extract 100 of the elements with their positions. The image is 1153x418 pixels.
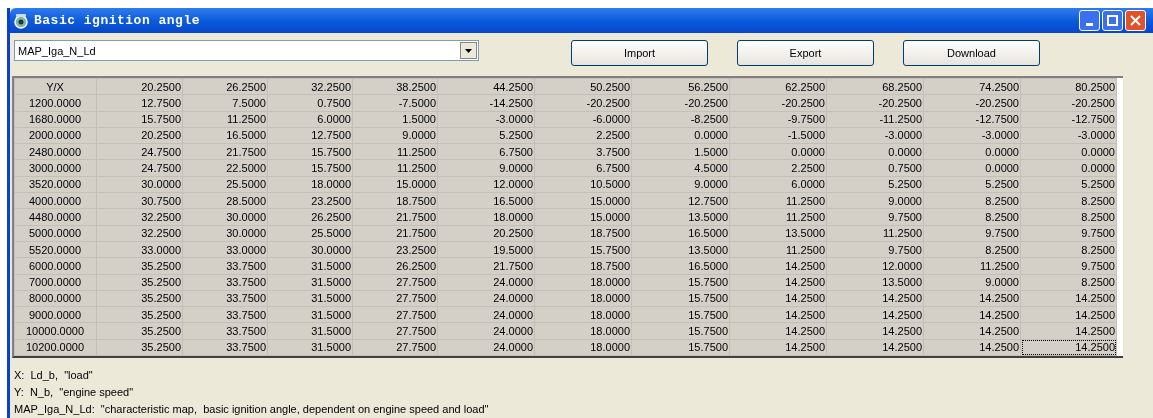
table-cell[interactable]: 9.7500 bbox=[1020, 257, 1117, 274]
table-cell[interactable]: 14.2500 bbox=[729, 274, 827, 291]
table-cell[interactable]: 10.5000 bbox=[534, 176, 632, 193]
action-button[interactable]: Import bbox=[571, 40, 708, 67]
table-cell[interactable]: 12.0000 bbox=[437, 176, 535, 193]
table-cell[interactable]: 2.2500 bbox=[534, 127, 632, 144]
table-cell[interactable]: 18.0000 bbox=[534, 322, 632, 340]
table-cell[interactable]: 9.7500 bbox=[1020, 225, 1117, 242]
table-cell[interactable]: 32.2500 bbox=[96, 208, 183, 226]
table-cell[interactable]: 18.7500 bbox=[534, 225, 632, 242]
table-cell[interactable]: 7.5000 bbox=[182, 94, 268, 112]
table-cell[interactable]: 8.2500 bbox=[923, 208, 1021, 226]
table-cell[interactable]: 26.2500 bbox=[267, 208, 353, 226]
table-cell[interactable]: 14.2500 bbox=[729, 257, 827, 274]
table-cell[interactable]: 35.2500 bbox=[96, 274, 183, 291]
table-cell[interactable]: 15.7500 bbox=[631, 322, 730, 340]
table-cell[interactable]: 11.2500 bbox=[182, 111, 268, 128]
table-cell[interactable]: -9.7500 bbox=[729, 111, 827, 128]
table-cell[interactable]: 14.2500 bbox=[1020, 322, 1117, 340]
table-cell[interactable]: 0.0000 bbox=[826, 143, 924, 160]
table-cell[interactable]: 30.0000 bbox=[182, 225, 268, 242]
table-cell[interactable]: 0.7500 bbox=[267, 94, 353, 112]
table-cell[interactable]: 35.2500 bbox=[96, 339, 183, 356]
table-cell[interactable]: 18.7500 bbox=[534, 257, 632, 274]
table-cell[interactable]: 15.0000 bbox=[534, 192, 632, 209]
table-cell[interactable]: 6.0000 bbox=[267, 111, 353, 128]
table-cell[interactable]: 33.7500 bbox=[182, 274, 268, 291]
table-cell[interactable]: 14.2500 bbox=[729, 322, 827, 340]
table-cell[interactable]: 18.0000 bbox=[534, 339, 632, 356]
table-cell[interactable]: 11.2500 bbox=[729, 192, 827, 209]
table-cell[interactable]: 8.2500 bbox=[923, 192, 1021, 209]
table-cell[interactable]: 14.2500 bbox=[1020, 290, 1117, 307]
table-cell[interactable]: -3.0000 bbox=[923, 127, 1021, 144]
table-cell[interactable]: 14.2500 bbox=[923, 306, 1021, 323]
table-cell[interactable]: 18.0000 bbox=[267, 176, 353, 193]
table-cell[interactable]: 18.0000 bbox=[534, 274, 632, 291]
table-cell[interactable]: 31.5000 bbox=[267, 339, 353, 356]
table-cell[interactable]: -20.2500 bbox=[1020, 94, 1117, 112]
table-cell[interactable]: 35.2500 bbox=[96, 322, 183, 340]
table-cell[interactable]: 1.5000 bbox=[352, 111, 438, 128]
table-cell[interactable]: 8.2500 bbox=[1020, 192, 1117, 209]
table-cell[interactable]: 33.7500 bbox=[182, 257, 268, 274]
table-cell[interactable]: 1.5000 bbox=[631, 143, 730, 160]
table-cell[interactable]: 25.5000 bbox=[182, 176, 268, 193]
table-cell[interactable]: -8.2500 bbox=[631, 111, 730, 128]
table-cell[interactable]: 27.7500 bbox=[352, 274, 438, 291]
table-cell[interactable]: 14.2500 bbox=[826, 290, 924, 307]
table-cell[interactable]: 24.7500 bbox=[96, 159, 183, 177]
table-cell[interactable]: 33.7500 bbox=[182, 306, 268, 323]
table-cell[interactable]: 4.5000 bbox=[631, 159, 730, 177]
table-cell[interactable]: 14.2500 bbox=[1020, 306, 1117, 323]
table-cell[interactable]: 11.2500 bbox=[352, 143, 438, 160]
table-cell[interactable]: 21.7500 bbox=[352, 225, 438, 242]
table-cell[interactable]: 8.2500 bbox=[1020, 241, 1117, 258]
action-button[interactable]: Download bbox=[903, 40, 1040, 67]
table-cell[interactable]: 9.7500 bbox=[923, 225, 1021, 242]
table-cell[interactable]: 27.7500 bbox=[352, 339, 438, 356]
table-cell[interactable]: -12.7500 bbox=[1020, 111, 1117, 128]
table-cell[interactable]: 18.7500 bbox=[352, 192, 438, 209]
table-cell[interactable]: 22.5000 bbox=[182, 159, 268, 177]
table-cell[interactable]: 33.7500 bbox=[182, 290, 268, 307]
table-cell[interactable]: 18.0000 bbox=[534, 306, 632, 323]
table-cell[interactable]: 24.0000 bbox=[437, 274, 535, 291]
table-cell[interactable]: 15.7500 bbox=[96, 111, 183, 128]
table-cell[interactable]: 6.0000 bbox=[729, 176, 827, 193]
table-cell[interactable]: 12.7500 bbox=[96, 94, 183, 112]
table-cell[interactable]: 0.0000 bbox=[631, 127, 730, 144]
table-cell[interactable]: 0.0000 bbox=[923, 143, 1021, 160]
table-cell[interactable]: 24.7500 bbox=[96, 143, 183, 160]
table-cell[interactable]: 0.0000 bbox=[1020, 143, 1117, 160]
table-cell[interactable]: 31.5000 bbox=[267, 322, 353, 340]
table-cell[interactable]: 0.0000 bbox=[1020, 159, 1117, 177]
table-cell[interactable]: 30.0000 bbox=[267, 241, 353, 258]
table-cell[interactable]: 31.5000 bbox=[267, 290, 353, 307]
table-cell[interactable]: 2.2500 bbox=[729, 159, 827, 177]
table-cell[interactable]: 15.7500 bbox=[631, 274, 730, 291]
table-cell[interactable]: 33.7500 bbox=[182, 339, 268, 356]
table-cell[interactable]: 20.2500 bbox=[96, 127, 183, 144]
table-cell[interactable]: 19.5000 bbox=[437, 241, 535, 258]
table-cell[interactable]: 16.5000 bbox=[631, 257, 730, 274]
table-cell[interactable]: 15.7500 bbox=[631, 290, 730, 307]
table-cell[interactable]: 24.0000 bbox=[437, 306, 535, 323]
table-cell[interactable]: 8.2500 bbox=[923, 241, 1021, 258]
table-cell[interactable]: 6.7500 bbox=[437, 143, 535, 160]
table-cell[interactable]: 33.0000 bbox=[96, 241, 183, 258]
table-cell[interactable]: -3.0000 bbox=[826, 127, 924, 144]
table-cell[interactable]: -12.7500 bbox=[923, 111, 1021, 128]
table-cell[interactable]: 33.7500 bbox=[182, 322, 268, 340]
table-cell[interactable]: 21.7500 bbox=[352, 208, 438, 226]
table-cell[interactable]: 31.5000 bbox=[267, 306, 353, 323]
table-cell[interactable]: 18.0000 bbox=[437, 208, 535, 226]
table-cell[interactable]: 24.0000 bbox=[437, 322, 535, 340]
table-cell[interactable]: 11.2500 bbox=[352, 159, 438, 177]
table-cell[interactable]: 35.2500 bbox=[96, 306, 183, 323]
table-cell[interactable]: 9.0000 bbox=[352, 127, 438, 144]
maximize-button[interactable] bbox=[1102, 10, 1123, 32]
table-cell[interactable]: 5.2500 bbox=[1020, 176, 1117, 193]
table-cell[interactable]: 21.7500 bbox=[182, 143, 268, 160]
table-cell[interactable]: 11.2500 bbox=[729, 241, 827, 258]
table-cell[interactable]: 9.0000 bbox=[437, 159, 535, 177]
